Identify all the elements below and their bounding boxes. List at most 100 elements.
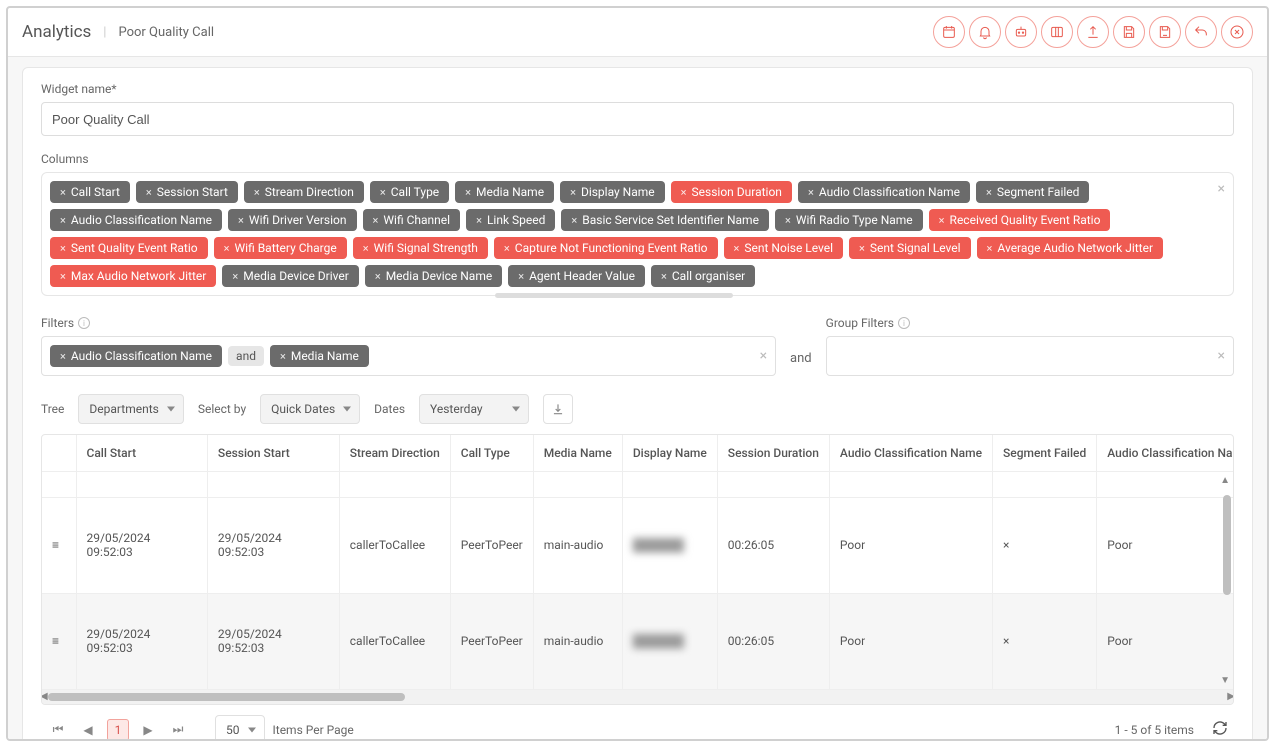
filter-chip[interactable]: ×Media Name xyxy=(270,345,369,367)
remove-pill-icon[interactable]: × xyxy=(146,186,152,199)
remove-pill-icon[interactable]: × xyxy=(373,214,379,227)
remove-pill-icon[interactable]: × xyxy=(987,242,993,255)
column-pill[interactable]: ×Wifi Signal Strength xyxy=(353,237,488,259)
column-header[interactable]: Segment Failed xyxy=(993,435,1097,471)
column-pill[interactable]: ×Average Audio Network Jitter xyxy=(977,237,1164,259)
column-header[interactable]: Audio Classification Name xyxy=(829,435,992,471)
vertical-scrollbar[interactable] xyxy=(1223,495,1231,595)
remove-pill-icon[interactable]: × xyxy=(60,270,66,283)
column-header[interactable]: Stream Direction xyxy=(339,435,450,471)
column-pill[interactable]: ×Segment Failed xyxy=(976,181,1089,203)
columns-pillbox[interactable]: × ×Call Start×Session Start×Stream Direc… xyxy=(41,172,1234,296)
column-pill[interactable]: ×Call Start xyxy=(50,181,130,203)
widget-name-input[interactable] xyxy=(41,102,1234,136)
column-pill[interactable]: ×Basic Service Set Identifier Name xyxy=(561,209,769,231)
pager-next-icon[interactable]: ▶ xyxy=(137,719,159,740)
remove-pill-icon[interactable]: × xyxy=(661,270,667,283)
column-pill[interactable]: ×Sent Quality Event Ratio xyxy=(50,237,208,259)
group-filters-input[interactable]: × xyxy=(826,336,1234,376)
page-size-select[interactable]: 50 xyxy=(215,715,265,740)
undo-icon[interactable] xyxy=(1185,16,1217,48)
remove-pill-icon[interactable]: × xyxy=(60,214,66,227)
save-as-icon[interactable] xyxy=(1149,16,1181,48)
column-header[interactable]: Media Name xyxy=(533,435,622,471)
remove-chip-icon[interactable]: × xyxy=(280,350,286,363)
group-filters-clear-icon[interactable]: × xyxy=(1218,348,1225,364)
column-header[interactable]: Audio Classification Name xyxy=(1097,435,1233,471)
table-row[interactable]: ≡29/05/2024 09:52:0329/05/2024 09:52:03c… xyxy=(42,593,1233,689)
columns-icon[interactable] xyxy=(1041,16,1073,48)
column-header[interactable]: Call Type xyxy=(450,435,533,471)
tree-select[interactable]: Departments xyxy=(78,394,183,424)
column-pill[interactable]: ×Link Speed xyxy=(466,209,555,231)
column-filter-cell[interactable] xyxy=(450,471,533,497)
remove-pill-icon[interactable]: × xyxy=(60,242,66,255)
column-filter-cell[interactable] xyxy=(339,471,450,497)
column-pill[interactable]: ×Call organiser xyxy=(651,265,755,287)
select-by-select[interactable]: Quick Dates xyxy=(260,394,360,424)
scroll-up-icon[interactable]: ▲ xyxy=(1220,475,1230,486)
column-pill[interactable]: ×Session Duration xyxy=(671,181,792,203)
column-pill[interactable]: ×Call Type xyxy=(370,181,449,203)
pager-last-icon[interactable]: ⏭ xyxy=(167,719,189,740)
column-pill[interactable]: ×Sent Noise Level xyxy=(724,237,844,259)
column-filter-cell[interactable] xyxy=(533,471,622,497)
remove-pill-icon[interactable]: × xyxy=(986,186,992,199)
remove-pill-icon[interactable]: × xyxy=(518,270,524,283)
remove-pill-icon[interactable]: × xyxy=(681,186,687,199)
pager-prev-icon[interactable]: ◀ xyxy=(77,719,99,740)
calendar-icon[interactable] xyxy=(933,16,965,48)
column-header[interactable]: Session Start xyxy=(207,435,339,471)
column-pill[interactable]: ×Wifi Radio Type Name xyxy=(775,209,923,231)
pager-first-icon[interactable]: ⏮ xyxy=(47,719,69,740)
dates-select[interactable]: Yesterday xyxy=(419,394,529,424)
close-icon[interactable] xyxy=(1221,16,1253,48)
remove-pill-icon[interactable]: × xyxy=(224,242,230,255)
column-pill[interactable]: ×Media Device Name xyxy=(365,265,502,287)
remove-pill-icon[interactable]: × xyxy=(375,270,381,283)
column-pill[interactable]: ×Sent Signal Level xyxy=(849,237,971,259)
table-row[interactable]: ≡29/05/2024 09:52:0329/05/2024 09:52:03c… xyxy=(42,497,1233,593)
info-icon[interactable]: i xyxy=(898,317,910,329)
remove-pill-icon[interactable]: × xyxy=(734,242,740,255)
pager-current-page[interactable]: 1 xyxy=(107,719,129,740)
column-pill[interactable]: ×Audio Classification Name xyxy=(798,181,970,203)
column-pill[interactable]: ×Max Audio Network Jitter xyxy=(50,265,216,287)
column-filter-cell[interactable] xyxy=(76,471,207,497)
download-icon[interactable] xyxy=(543,394,573,424)
pillbox-clear-icon[interactable]: × xyxy=(1218,181,1225,197)
remove-pill-icon[interactable]: × xyxy=(859,242,865,255)
column-pill[interactable]: ×Wifi Battery Charge xyxy=(214,237,347,259)
row-drag-handle-icon[interactable]: ≡ xyxy=(42,593,76,689)
filters-clear-icon[interactable]: × xyxy=(760,348,767,364)
refresh-icon[interactable] xyxy=(1212,720,1228,739)
column-filter-cell[interactable] xyxy=(829,471,992,497)
column-pill[interactable]: ×Agent Header Value xyxy=(508,265,645,287)
remove-pill-icon[interactable]: × xyxy=(808,186,814,199)
column-pill[interactable]: ×Media Name xyxy=(455,181,554,203)
upload-icon[interactable] xyxy=(1077,16,1109,48)
horizontal-scrollbar[interactable]: ◀ ▶ xyxy=(42,690,1233,704)
column-header[interactable]: Call Start xyxy=(76,435,207,471)
remove-pill-icon[interactable]: × xyxy=(939,214,945,227)
remove-pill-icon[interactable]: × xyxy=(570,186,576,199)
column-filter-cell[interactable] xyxy=(622,471,717,497)
column-pill[interactable]: ×Wifi Driver Version xyxy=(228,209,356,231)
remove-pill-icon[interactable]: × xyxy=(571,214,577,227)
remove-pill-icon[interactable]: × xyxy=(465,186,471,199)
column-header[interactable]: Display Name xyxy=(622,435,717,471)
row-drag-handle-icon[interactable]: ≡ xyxy=(42,497,76,593)
remove-pill-icon[interactable]: × xyxy=(254,186,260,199)
remove-chip-icon[interactable]: × xyxy=(60,350,66,363)
column-pill[interactable]: ×Capture Not Functioning Event Ratio xyxy=(494,237,718,259)
column-pill[interactable]: ×Stream Direction xyxy=(244,181,364,203)
remove-pill-icon[interactable]: × xyxy=(60,186,66,199)
scroll-down-icon[interactable]: ▼ xyxy=(1220,675,1230,686)
remove-pill-icon[interactable]: × xyxy=(785,214,791,227)
robot-icon[interactable] xyxy=(1005,16,1037,48)
column-filter-cell[interactable] xyxy=(717,471,829,497)
info-icon[interactable]: i xyxy=(78,317,90,329)
remove-pill-icon[interactable]: × xyxy=(363,242,369,255)
column-pill[interactable]: ×Wifi Channel xyxy=(363,209,461,231)
remove-pill-icon[interactable]: × xyxy=(380,186,386,199)
